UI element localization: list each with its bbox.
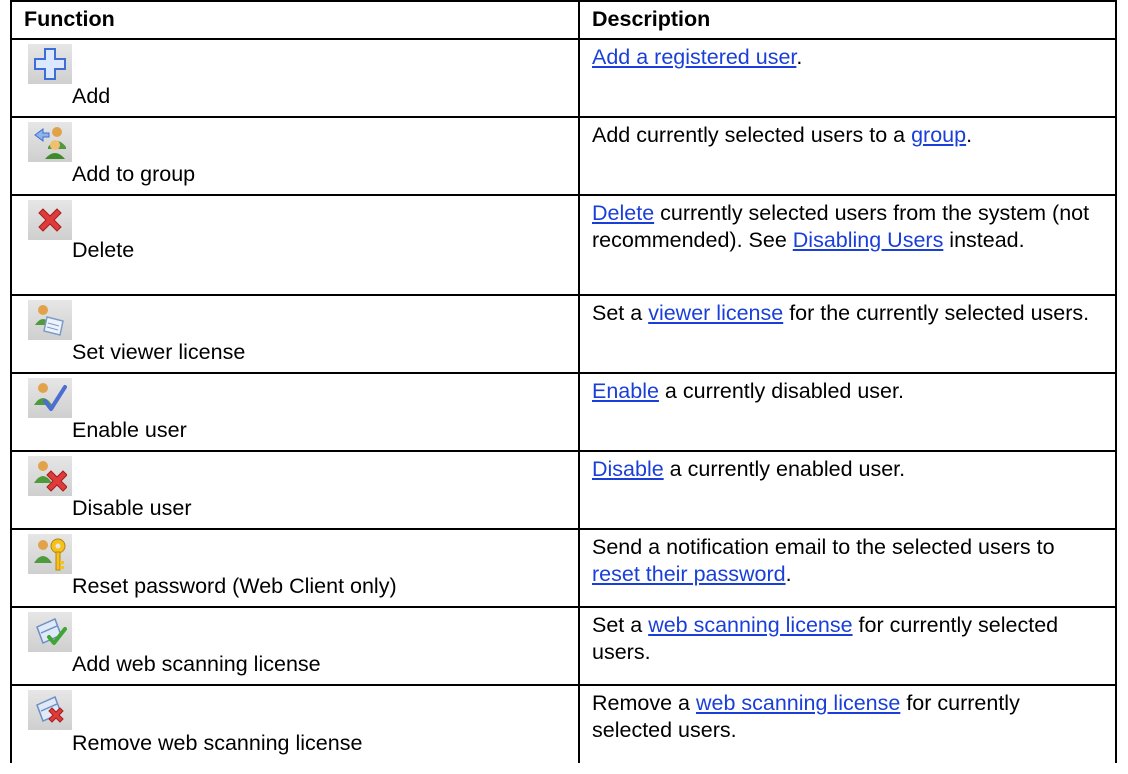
reset-password-icon <box>28 534 72 574</box>
description-cell: Add a registered user. <box>578 38 1117 118</box>
function-label: Add to group <box>72 162 196 186</box>
description-cell: Enable a currently disabled user. <box>578 372 1117 452</box>
table-row: Add Add a registered user. <box>10 38 1117 118</box>
function-cell: Add to group <box>10 116 580 196</box>
function-label: Add web scanning license <box>72 652 321 676</box>
remove-web-scanning-icon <box>28 690 72 730</box>
table-row: Enable user Enable a currently disabled … <box>10 372 1117 452</box>
function-label: Add <box>72 84 111 108</box>
function-cell: Add <box>10 38 580 118</box>
add-icon <box>28 44 72 84</box>
description-cell: Add currently selected users to a group. <box>578 116 1117 196</box>
delete-icon <box>28 200 72 240</box>
function-cell: Disable user <box>10 450 580 530</box>
function-cell: Add web scanning license <box>10 606 580 686</box>
description-cell: Disable a currently enabled user. <box>578 450 1117 530</box>
description-cell: Send a notification email to the selecte… <box>578 528 1117 608</box>
function-column-header: Function <box>10 0 580 40</box>
function-label: Remove web scanning license <box>72 731 363 755</box>
function-cell: Delete <box>10 194 580 296</box>
function-label: Set viewer license <box>72 340 246 364</box>
table-header-row: Function Description <box>10 0 1117 40</box>
description-column-header: Description <box>578 0 1117 40</box>
table-row: Add to group Add currently selected user… <box>10 116 1117 196</box>
add-to-group-icon <box>28 122 72 162</box>
function-cell: Reset password (Web Client only) <box>10 528 580 608</box>
function-cell: Set viewer license <box>10 294 580 374</box>
enable-user-icon <box>28 378 72 418</box>
functions-table: Function Description Add Add a registere… <box>10 0 1117 763</box>
delete-link[interactable]: Delete <box>592 201 654 225</box>
web-scanning-license-link[interactable]: web scanning license <box>648 613 852 637</box>
viewer-license-link[interactable]: viewer license <box>648 301 783 325</box>
description-cell: Delete currently selected users from the… <box>578 194 1117 296</box>
disabling-users-link[interactable]: Disabling Users <box>793 228 944 252</box>
function-label: Delete <box>72 238 135 262</box>
table-row: Remove web scanning license Remove a web… <box>10 684 1117 763</box>
table-row: Add web scanning license Set a web scann… <box>10 606 1117 686</box>
description-cell: Set a web scanning license for currently… <box>578 606 1117 686</box>
add-registered-user-link[interactable]: Add a registered user <box>592 45 796 69</box>
function-label: Enable user <box>72 418 187 442</box>
group-link[interactable]: group <box>911 123 966 147</box>
disable-user-icon <box>28 456 72 496</box>
table-row: Reset password (Web Client only) Send a … <box>10 528 1117 608</box>
function-cell: Enable user <box>10 372 580 452</box>
disable-link[interactable]: Disable <box>592 457 664 481</box>
viewer-license-icon <box>28 300 72 340</box>
reset-password-link[interactable]: reset their password <box>592 562 786 586</box>
description-cell: Remove a web scanning license for curren… <box>578 684 1117 763</box>
table-row: Delete Delete currently selected users f… <box>10 194 1117 296</box>
description-cell: Set a viewer license for the currently s… <box>578 294 1117 374</box>
function-label: Disable user <box>72 496 192 520</box>
add-web-scanning-icon <box>28 612 72 652</box>
function-label: Reset password (Web Client only) <box>72 574 397 598</box>
web-scanning-license-link[interactable]: web scanning license <box>696 691 900 715</box>
enable-link[interactable]: Enable <box>592 379 659 403</box>
function-cell: Remove web scanning license <box>10 684 580 763</box>
table-row: Set viewer license Set a viewer license … <box>10 294 1117 374</box>
table-row: Disable user Disable a currently enabled… <box>10 450 1117 530</box>
